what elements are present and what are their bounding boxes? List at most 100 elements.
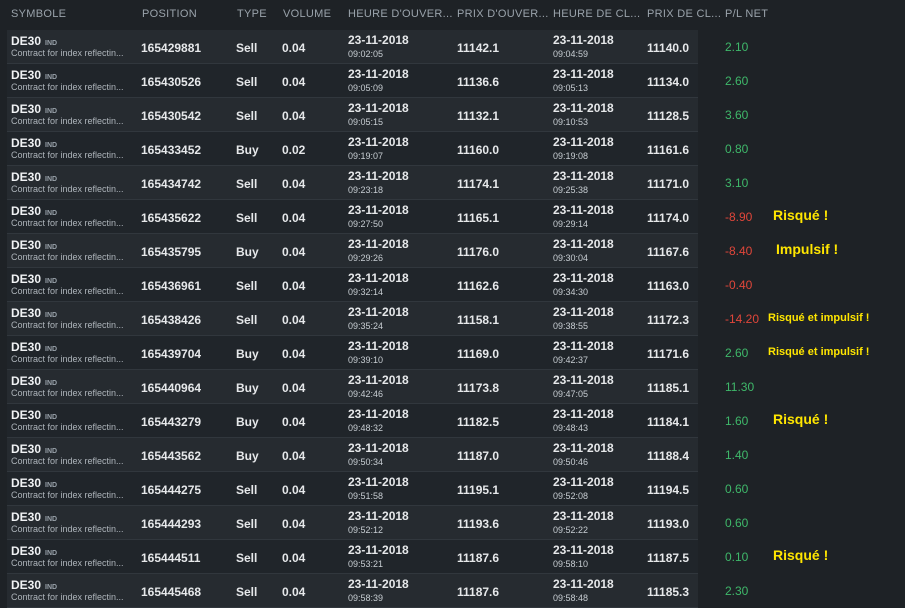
- table-row[interactable]: DE30 IND Contract for index reflectin... 16…: [7, 166, 748, 200]
- close-date: 23-11-2018: [553, 475, 614, 489]
- trade-volume: 0.04: [282, 551, 306, 565]
- symbol-description: Contract for index reflectin...: [11, 422, 124, 432]
- annotation-note: Impulsif !: [776, 241, 839, 257]
- col-header-open-price[interactable]: PRIX D'OUVER...: [457, 8, 549, 20]
- close-time: 09:34:30: [553, 287, 589, 297]
- open-date: 23-11-2018: [348, 577, 409, 591]
- trade-volume: 0.04: [282, 585, 306, 599]
- col-header-volume[interactable]: VOLUME: [283, 8, 331, 20]
- trade-volume: 0.04: [282, 449, 306, 463]
- col-header-pl[interactable]: P/L NET: [725, 8, 768, 20]
- symbol-type-tag: IND: [45, 346, 58, 353]
- close-price: 11171.0: [647, 177, 690, 191]
- close-date: 23-11-2018: [553, 203, 614, 217]
- trade-volume: 0.04: [282, 211, 306, 225]
- annotation-note: Risqué !: [773, 411, 829, 427]
- table-row[interactable]: DE30 IND Contract for index reflectin... 16…: [7, 336, 748, 370]
- table-row[interactable]: DE30 IND Contract for index reflectin... 16…: [7, 132, 748, 166]
- symbol-cell: DE30 IND: [11, 544, 57, 558]
- table-row[interactable]: DE30 IND Contract for index reflectin... 16…: [7, 506, 748, 540]
- close-time: 09:30:04: [553, 253, 589, 263]
- open-date: 23-11-2018: [348, 203, 409, 217]
- close-time: 09:05:13: [553, 83, 589, 93]
- close-time: 09:25:38: [553, 185, 589, 195]
- table-row[interactable]: DE30 IND Contract for index reflectin... 16…: [7, 200, 752, 234]
- col-header-symbol[interactable]: SYMBOLE: [11, 8, 66, 20]
- position-id: 165430526: [141, 75, 202, 89]
- annotation-note: Risqué !: [773, 207, 829, 223]
- trade-type: Sell: [236, 517, 258, 531]
- table-header: SYMBOLE POSITION TYPE VOLUME HEURE D'OUV…: [0, 0, 905, 30]
- col-header-close-time[interactable]: HEURE DE CL...: [553, 8, 640, 20]
- close-date: 23-11-2018: [553, 407, 614, 421]
- position-id: 165433452: [141, 143, 202, 157]
- symbol-type-tag: IND: [45, 414, 58, 421]
- close-date: 23-11-2018: [553, 339, 614, 353]
- position-id: 165430542: [141, 109, 202, 123]
- trade-type: Buy: [236, 415, 259, 429]
- col-header-open-time[interactable]: HEURE D'OUVER...: [348, 8, 453, 20]
- open-price: 11142.1: [457, 41, 500, 55]
- close-price: 11171.6: [647, 347, 690, 361]
- close-price: 11172.3: [647, 313, 690, 327]
- col-header-type[interactable]: TYPE: [237, 8, 267, 20]
- table-row[interactable]: DE30 IND Contract for index reflectin... 16…: [7, 540, 748, 574]
- table-row[interactable]: DE30 IND Contract for index reflectin... 16…: [7, 268, 752, 302]
- position-id: 165444511: [141, 551, 201, 565]
- symbol-type-tag: IND: [45, 584, 58, 591]
- position-id: 165444275: [141, 483, 202, 497]
- close-price: 11185.1: [647, 381, 690, 395]
- symbol-description: Contract for index reflectin...: [11, 490, 124, 500]
- table-row[interactable]: DE30 IND Contract for index reflectin... 16…: [7, 438, 748, 472]
- symbol-name: DE30: [11, 272, 42, 286]
- col-header-close-price[interactable]: PRIX DE CL...: [647, 8, 721, 20]
- close-date: 23-11-2018: [553, 305, 614, 319]
- open-price: 11136.6: [457, 75, 500, 89]
- open-date: 23-11-2018: [348, 339, 409, 353]
- trade-type: Buy: [236, 245, 259, 259]
- col-header-position[interactable]: POSITION: [142, 8, 197, 20]
- table-row[interactable]: DE30 IND Contract for index reflectin... 16…: [7, 404, 748, 438]
- net-pl: -14.20: [725, 312, 760, 326]
- table-row[interactable]: DE30 IND Contract for index reflectin... 16…: [7, 472, 748, 506]
- open-price: 11187.6: [457, 585, 500, 599]
- symbol-cell: DE30 IND: [11, 102, 57, 116]
- symbol-cell: DE30 IND: [11, 136, 57, 150]
- trade-volume: 0.04: [282, 415, 306, 429]
- symbol-cell: DE30 IND: [11, 272, 57, 286]
- symbol-name: DE30: [11, 136, 42, 150]
- close-date: 23-11-2018: [553, 67, 614, 81]
- net-pl: 11.30: [725, 380, 755, 394]
- trade-volume: 0.04: [282, 483, 306, 497]
- symbol-cell: DE30 IND: [11, 68, 57, 82]
- table-row[interactable]: DE30 IND Contract for index reflectin... 16…: [7, 302, 759, 336]
- close-date: 23-11-2018: [553, 577, 614, 591]
- close-time: 09:52:22: [553, 525, 589, 535]
- table-row[interactable]: DE30 IND Contract for index reflectin... 16…: [7, 234, 752, 268]
- open-time: 09:48:32: [348, 423, 384, 433]
- symbol-name: DE30: [11, 510, 42, 524]
- table-row[interactable]: DE30 IND Contract for index reflectin... 16…: [7, 574, 748, 608]
- trade-volume: 0.04: [282, 381, 306, 395]
- close-price: 11134.0: [647, 75, 690, 89]
- table-row[interactable]: DE30 IND Contract for index reflectin... 16…: [7, 64, 748, 98]
- open-date: 23-11-2018: [348, 101, 409, 115]
- table-row[interactable]: DE30 IND Contract for index reflectin... 16…: [7, 98, 748, 132]
- symbol-cell: DE30 IND: [11, 578, 57, 592]
- table-row[interactable]: DE30 IND Contract for index reflectin... 16…: [7, 370, 754, 404]
- symbol-cell: DE30 IND: [11, 476, 57, 490]
- trade-type: Sell: [236, 279, 258, 293]
- close-time: 09:48:43: [553, 423, 589, 433]
- open-time: 09:42:46: [348, 389, 384, 399]
- symbol-description: Contract for index reflectin...: [11, 150, 124, 160]
- close-price: 11184.1: [647, 415, 690, 429]
- close-date: 23-11-2018: [553, 135, 614, 149]
- table-row[interactable]: DE30 IND Contract for index reflectin... 16…: [7, 30, 748, 64]
- open-date: 23-11-2018: [348, 169, 409, 183]
- symbol-type-tag: IND: [45, 550, 58, 557]
- net-pl: 3.10: [725, 176, 749, 190]
- symbol-description: Contract for index reflectin...: [11, 524, 124, 534]
- net-pl: 2.10: [725, 40, 749, 54]
- close-price: 11163.0: [647, 279, 690, 293]
- close-time: 09:04:59: [553, 49, 589, 59]
